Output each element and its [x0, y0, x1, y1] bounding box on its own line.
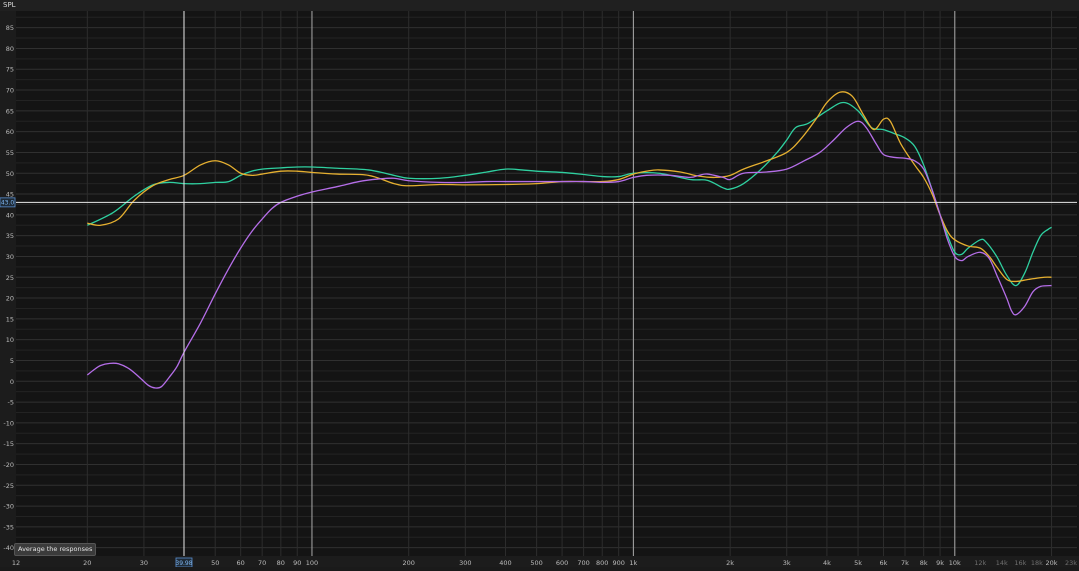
- cursor-x-readout: 39.98: [175, 560, 192, 567]
- x-tick-label: 30: [140, 559, 148, 567]
- y-tick-label: 70: [6, 87, 14, 95]
- x-tick-label: 2k: [726, 559, 734, 567]
- y-tick-label: 40: [6, 211, 14, 219]
- y-tick-label: 55: [6, 149, 14, 157]
- x-tick-label: 12: [12, 559, 20, 567]
- header-bar: [0, 0, 1079, 11]
- x-tick-label: 800: [596, 559, 608, 567]
- x-tick-label: 100: [306, 559, 318, 567]
- x-tick-label: 200: [403, 559, 415, 567]
- cursor-y-readout: 43.0: [1, 200, 15, 207]
- chart-svg[interactable]: 43.039.98 858075706560555045403530252015…: [0, 0, 1079, 568]
- x-tick-label: 900: [612, 559, 624, 567]
- y-axis-title: SPL: [3, 1, 16, 9]
- x-tick-label: 500: [530, 559, 542, 567]
- y-tick-label: 25: [6, 274, 14, 282]
- y-tick-label: 10: [6, 336, 14, 344]
- y-tick-label: 75: [6, 66, 14, 74]
- frequency-response-chart[interactable]: 43.0 39.98 85 80 75 70 65 60 55 50 45 40 35 30 25 20 15…: [0, 0, 1079, 568]
- y-tick-label: 50: [6, 170, 14, 178]
- y-tick-label: -20: [3, 461, 14, 469]
- x-tick-label: 700: [577, 559, 589, 567]
- x-tick-label: 50: [211, 559, 219, 567]
- x-tick-label: 8k: [920, 559, 928, 567]
- x-tick-label: 18k: [1031, 559, 1043, 567]
- y-tick-label: 15: [6, 315, 14, 323]
- x-tick-label: 3k: [783, 559, 791, 567]
- y-tick-label: -25: [3, 482, 14, 490]
- y-tick-label: 5: [10, 357, 14, 365]
- y-tick-label: 60: [6, 128, 14, 136]
- y-tick-label: 35: [6, 232, 14, 240]
- x-tick-label: 12k: [974, 559, 986, 567]
- y-tick-label: 45: [6, 191, 14, 199]
- x-tick-label: 70: [258, 559, 266, 567]
- y-tick-label: -5: [8, 399, 14, 407]
- y-tick-label: -40: [3, 544, 14, 552]
- y-tick-label: 65: [6, 107, 14, 115]
- chart-background: [0, 0, 1079, 567]
- x-tick-label: 6k: [880, 559, 888, 567]
- y-tick-label: 20: [6, 295, 14, 303]
- x-tick-label: 400: [499, 559, 511, 567]
- x-tick-label: 20k: [1046, 559, 1058, 567]
- x-tick-label: 60: [237, 559, 245, 567]
- x-tick-label: 300: [459, 559, 471, 567]
- x-tick-label: 1k: [629, 559, 637, 567]
- x-tick-label: 90: [293, 559, 301, 567]
- average-responses-button[interactable]: Average the responses: [14, 543, 97, 556]
- x-tick-label: 4k: [823, 559, 831, 567]
- x-tick-label: 16k: [1014, 559, 1026, 567]
- y-tick-label: 0: [10, 378, 14, 386]
- y-tick-label: 30: [6, 253, 14, 261]
- x-tick-label: 7k: [901, 559, 909, 567]
- y-tick-label: 85: [6, 24, 14, 32]
- y-tick-label: -15: [3, 440, 14, 448]
- x-tick-label: 10k: [949, 559, 961, 567]
- y-tick-label: -35: [3, 523, 14, 531]
- x-tick-label: 600: [556, 559, 568, 567]
- x-tick-label: 80: [277, 559, 285, 567]
- y-tick-label: -10: [3, 419, 14, 427]
- x-tick-label: 23k: [1065, 559, 1077, 567]
- x-tick-label: 20: [83, 559, 91, 567]
- y-tick-label: 80: [6, 45, 14, 53]
- x-tick-label: 9k: [936, 559, 944, 567]
- x-tick-label: 5k: [854, 559, 862, 567]
- x-tick-label: 14k: [996, 559, 1008, 567]
- y-tick-label: -30: [3, 503, 14, 511]
